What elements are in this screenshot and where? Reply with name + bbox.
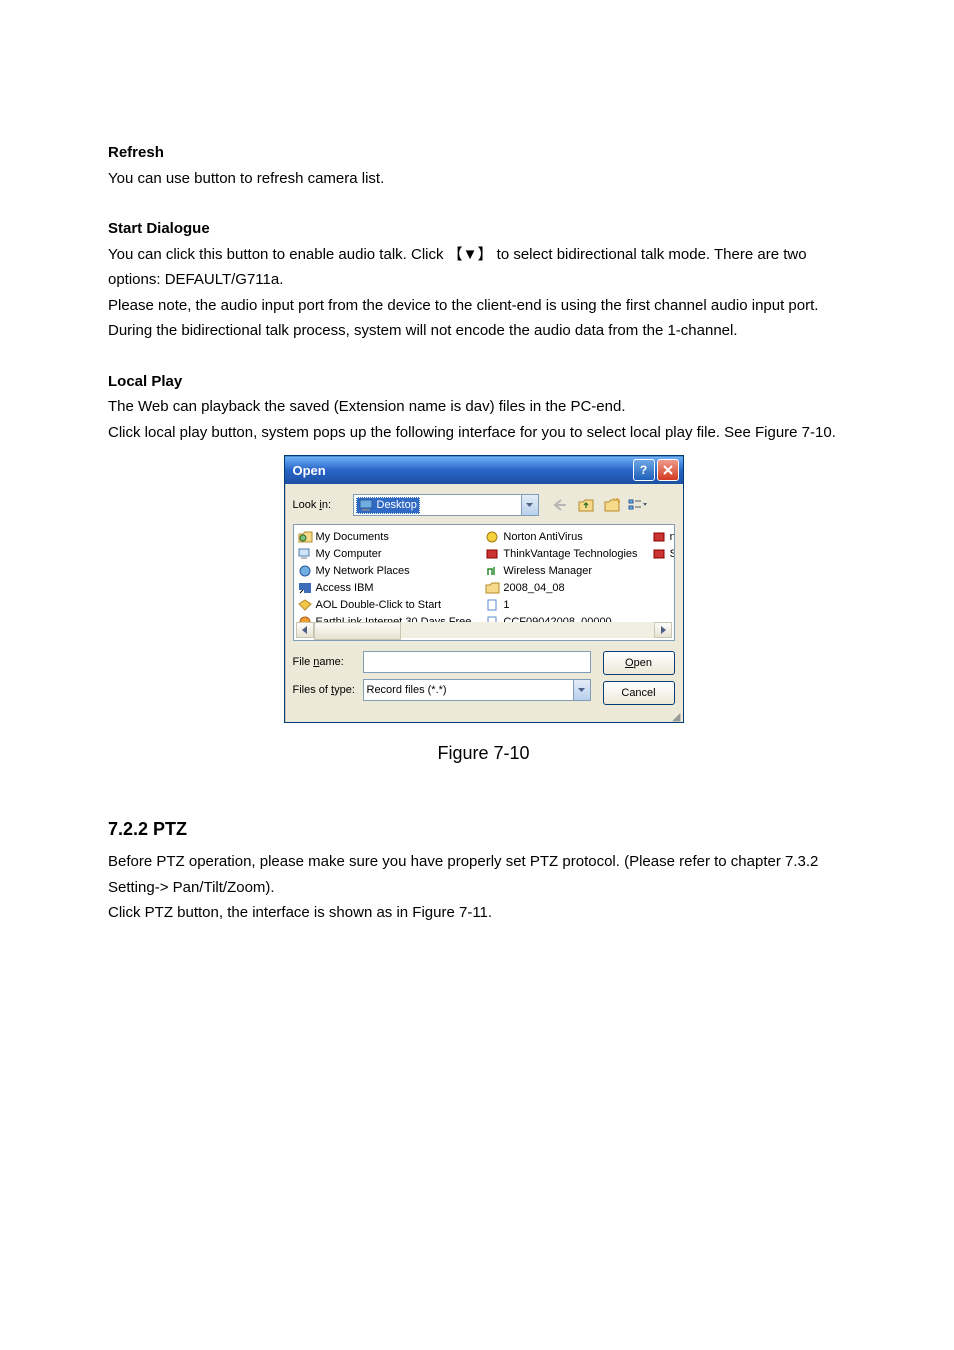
list-item[interactable]: My Network Places: [298, 563, 472, 578]
file-list-col-2: Norton AntiVirus ThinkVantage Technologi…: [485, 529, 637, 624]
close-button[interactable]: [657, 459, 679, 481]
shortcut-icon: [485, 546, 500, 561]
para-startdlg-1: You can click this button to enable audi…: [108, 242, 859, 293]
dialog-toolbar: [549, 494, 649, 516]
para-ptz-1: Before PTZ operation, please make sure y…: [108, 849, 859, 900]
figure-caption: Figure 7-10: [108, 738, 859, 769]
list-item[interactable]: My Documents: [298, 529, 472, 544]
heading-refresh: Refresh: [108, 140, 859, 166]
para-startdlg-2: Please note, the audio input port from t…: [108, 293, 859, 344]
open-dialog: Open ? Look in: Desktop: [284, 455, 684, 723]
dialog-title-text: Open: [293, 463, 326, 478]
list-item[interactable]: 1: [485, 597, 637, 612]
filename-input[interactable]: [363, 651, 591, 673]
list-item[interactable]: n100: [652, 529, 674, 544]
heading-ptz: 7.2.2 PTZ: [108, 814, 859, 845]
cancel-button[interactable]: Cancel: [603, 681, 675, 705]
up-one-level-button[interactable]: [575, 494, 597, 516]
folder-icon: [298, 529, 313, 544]
folder-icon: [485, 580, 500, 595]
shortcut-icon: [652, 546, 667, 561]
para-localplay-1: The Web can playback the saved (Extensio…: [108, 394, 859, 420]
file-list-col-3: n100 Secu: [652, 529, 674, 624]
file-list[interactable]: My Documents My Computer My Network Plac…: [293, 524, 675, 641]
filename-label: File name:: [293, 656, 363, 668]
scroll-right-button[interactable]: [654, 622, 672, 638]
filetype-label: Files of type:: [293, 684, 363, 696]
shortcut-icon: [485, 563, 500, 578]
shortcut-icon: [298, 597, 313, 612]
lookin-dropdown[interactable]: Desktop: [353, 494, 539, 516]
lookin-value: Desktop: [377, 499, 417, 511]
list-item[interactable]: 2008_04_08: [485, 580, 637, 595]
help-button[interactable]: ?: [633, 459, 655, 481]
heading-local-play: Local Play: [108, 369, 859, 395]
lookin-dropdown-arrow[interactable]: [521, 495, 538, 515]
new-folder-button[interactable]: [601, 494, 623, 516]
network-icon: [298, 563, 313, 578]
shortcut-icon: [652, 529, 667, 544]
shortcut-icon: [485, 529, 500, 544]
list-item[interactable]: ThinkVantage Technologies: [485, 546, 637, 561]
list-item[interactable]: Secu: [652, 546, 674, 561]
para-localplay-2: Click local play button, system pops up …: [108, 420, 859, 446]
back-button[interactable]: [549, 494, 571, 516]
para-ptz-2: Click PTZ button, the interface is shown…: [108, 900, 859, 926]
para-refresh-1: You can use button to refresh camera lis…: [108, 166, 859, 192]
filetype-dropdown[interactable]: Record files (*.*): [363, 679, 591, 701]
resize-grip[interactable]: ◢: [285, 713, 683, 722]
file-icon: [485, 597, 500, 612]
list-item[interactable]: My Computer: [298, 546, 472, 561]
lookin-label: Look in:: [293, 499, 353, 511]
horizontal-scrollbar[interactable]: [296, 622, 672, 638]
file-list-col-1: My Documents My Computer My Network Plac…: [298, 529, 472, 624]
open-dialog-figure: Open ? Look in: Desktop: [284, 455, 684, 723]
list-item[interactable]: Wireless Manager: [485, 563, 637, 578]
scroll-left-button[interactable]: [296, 622, 314, 638]
heading-start-dialogue: Start Dialogue: [108, 216, 859, 242]
list-item[interactable]: Access IBM: [298, 580, 472, 595]
desktop-icon: [359, 498, 374, 513]
scroll-thumb[interactable]: [314, 622, 401, 640]
view-menu-button[interactable]: [627, 494, 649, 516]
shortcut-icon: [298, 580, 313, 595]
list-item[interactable]: AOL Double-Click to Start: [298, 597, 472, 612]
list-item[interactable]: Norton AntiVirus: [485, 529, 637, 544]
open-button[interactable]: Open: [603, 651, 675, 675]
filetype-dropdown-arrow[interactable]: [573, 680, 590, 700]
computer-icon: [298, 546, 313, 561]
dialog-titlebar: Open ?: [285, 456, 683, 484]
